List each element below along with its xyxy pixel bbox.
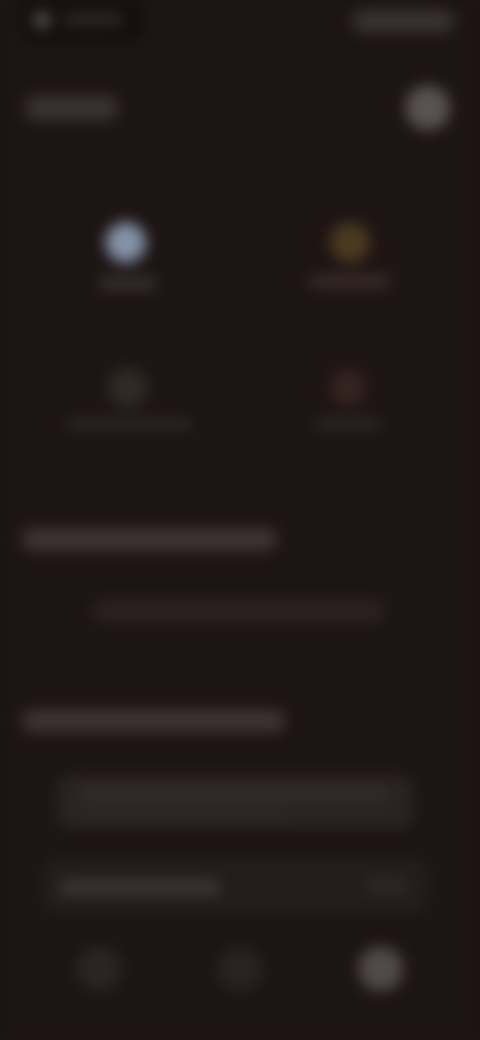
phone-screen	[0, 0, 480, 1040]
section-2-title	[21, 709, 285, 733]
tile-1-label	[99, 277, 157, 290]
banner-chip	[364, 877, 410, 896]
status-dot-icon	[33, 12, 51, 29]
status-time	[62, 12, 124, 27]
tile-3-label	[66, 418, 192, 431]
tile-4-label	[315, 418, 381, 431]
nav-icon-1[interactable]	[76, 946, 122, 992]
tile-2-label	[309, 275, 391, 288]
nav-icon-3[interactable]	[358, 946, 404, 992]
nav-icon-2[interactable]	[217, 946, 263, 992]
status-bar	[0, 0, 480, 51]
card-line-2	[80, 807, 285, 818]
page-title	[25, 95, 118, 121]
avatar-icon[interactable]	[405, 85, 451, 131]
tile-1-icon	[105, 222, 147, 263]
content-card[interactable]	[56, 775, 414, 829]
banner-label	[58, 879, 222, 896]
quick-tile-4[interactable]	[299, 357, 401, 439]
section-1-title	[21, 528, 277, 551]
quick-tile-1[interactable]	[87, 214, 169, 296]
bottom-banner[interactable]	[42, 856, 430, 914]
section-1-row[interactable]	[93, 599, 385, 622]
quick-tile-3[interactable]	[60, 357, 197, 439]
tile-4-icon	[329, 369, 367, 406]
tile-2-icon	[329, 222, 371, 263]
status-icons	[352, 10, 455, 33]
quick-tile-2[interactable]	[299, 212, 401, 300]
card-line-1	[80, 787, 387, 800]
status-left-group	[21, 0, 143, 41]
tile-3-icon	[107, 367, 149, 408]
bottom-nav	[0, 928, 480, 1020]
